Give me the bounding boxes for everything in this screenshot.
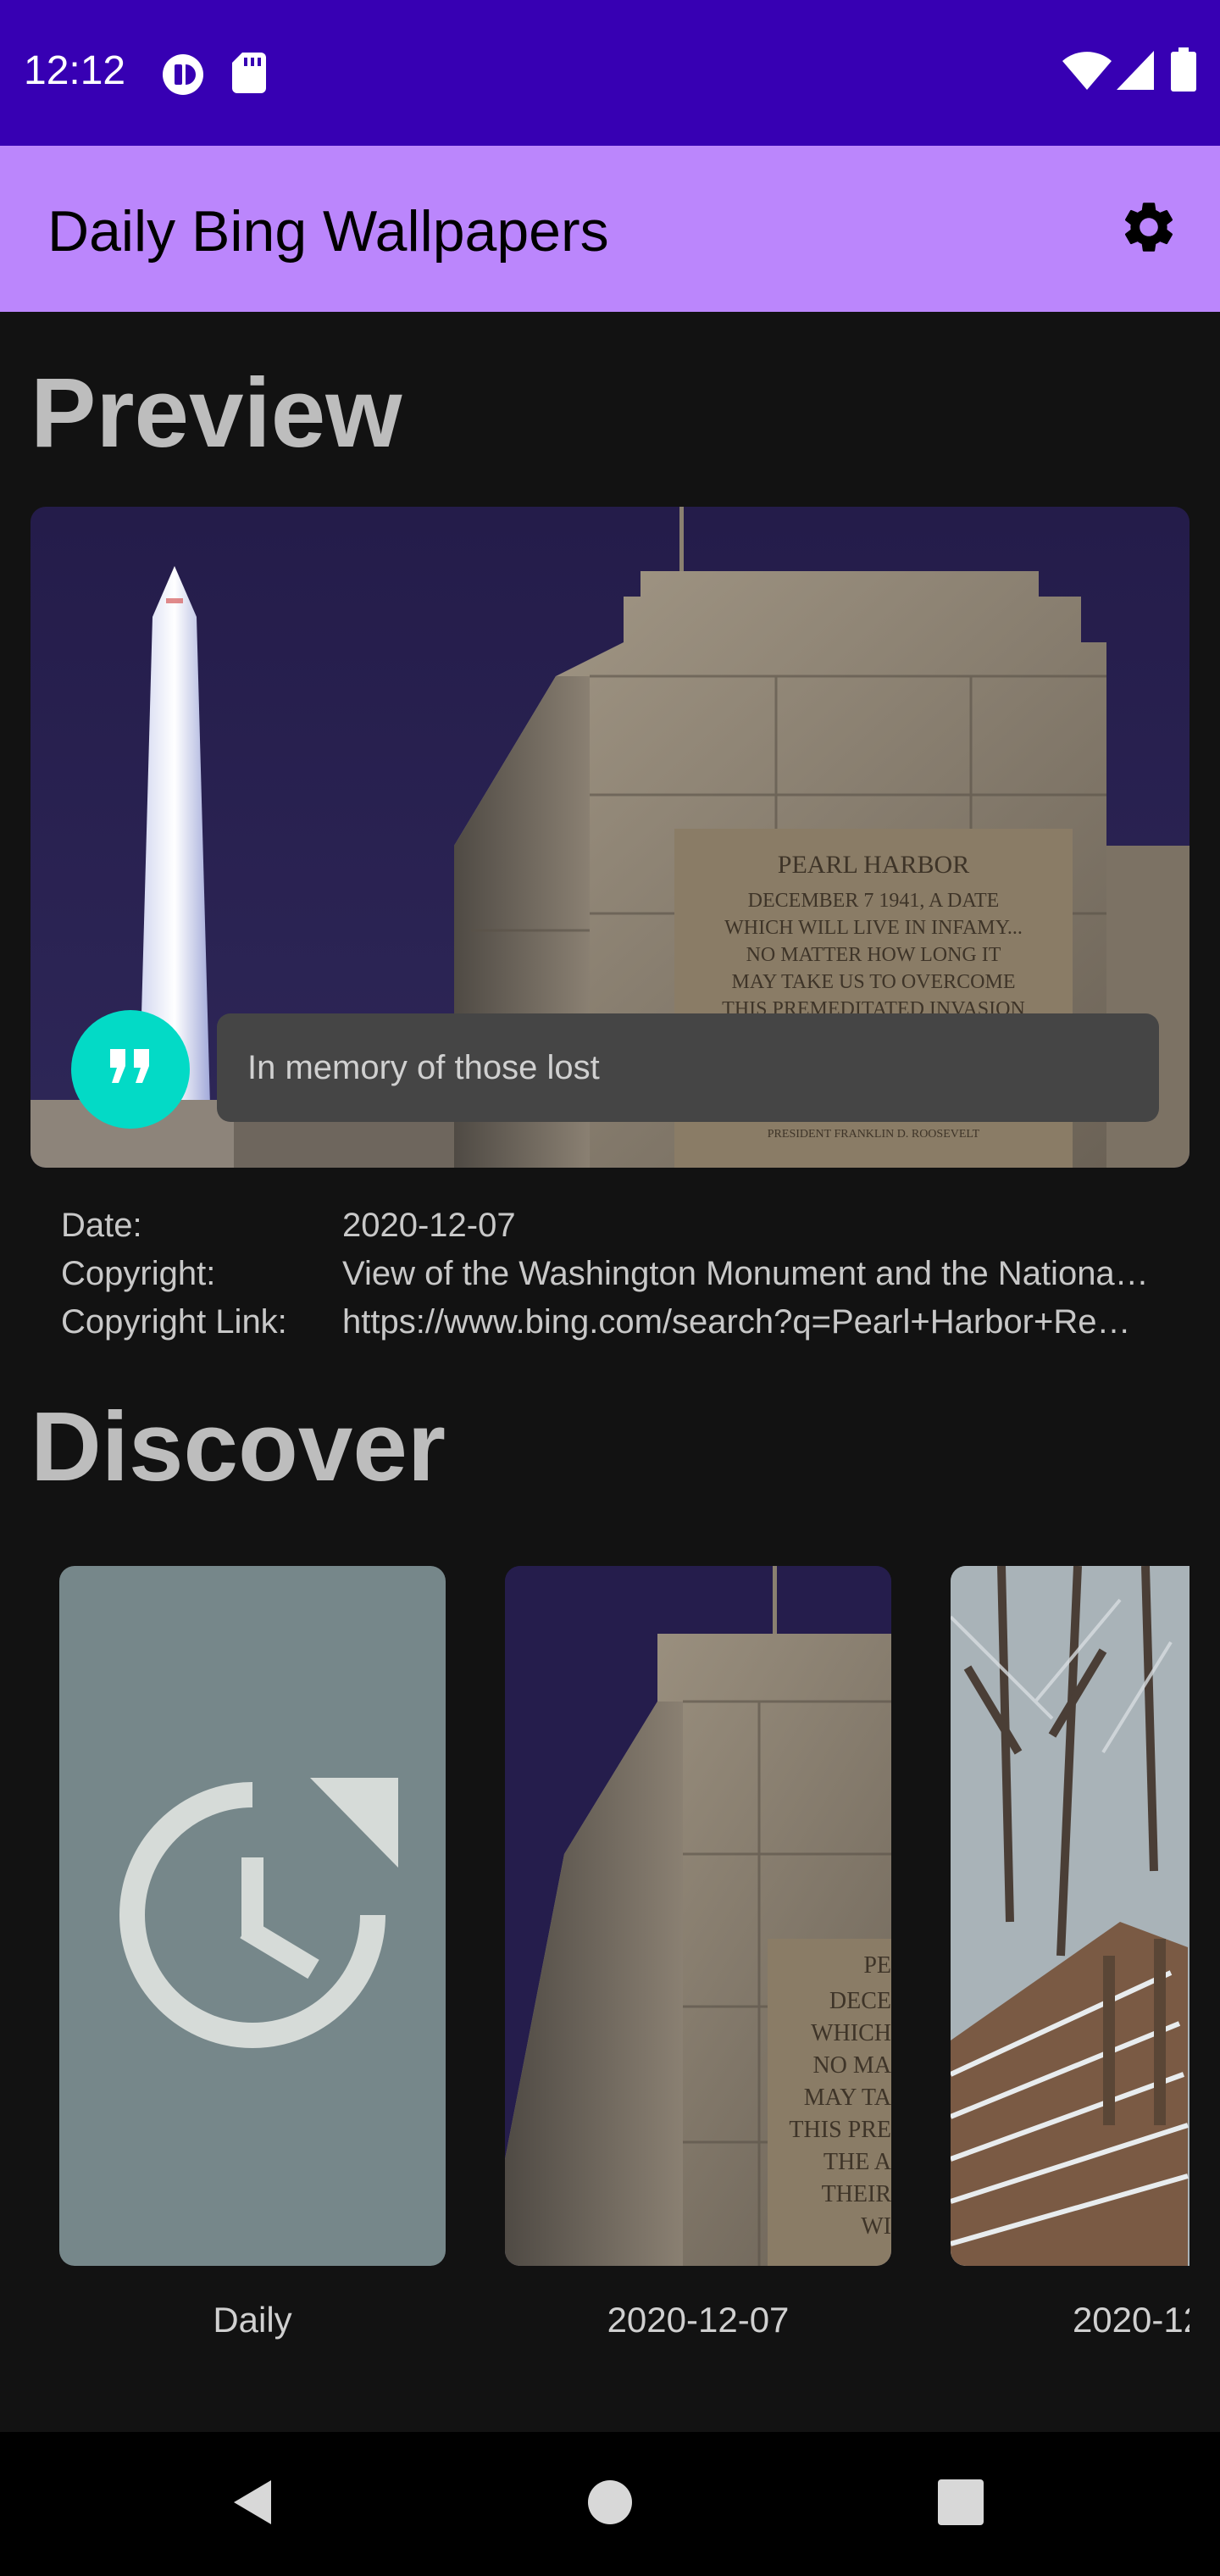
info-row-date: Date: 2020-12-07 xyxy=(61,1202,1162,1250)
svg-text:MAY TA: MAY TA xyxy=(804,2085,891,2111)
info-label: Copyright: xyxy=(61,1255,216,1292)
info-row-copyright: Copyright: View of the Washington Monume… xyxy=(61,1250,1162,1298)
home-button[interactable] xyxy=(576,2470,644,2538)
back-button[interactable] xyxy=(220,2470,288,2538)
svg-text:WI: WI xyxy=(861,2213,891,2240)
info-label: Copyright Link: xyxy=(61,1303,287,1341)
memorial-thumbnail: PE DECE WHICH NO MA MAY TA THIS PRE THE … xyxy=(505,1566,891,2266)
discover-card-daily[interactable] xyxy=(59,1566,446,2266)
image-info: Date: 2020-12-07 Copyright: View of the … xyxy=(61,1202,1162,1346)
preview-section-title: Preview xyxy=(30,358,402,468)
svg-text:PE: PE xyxy=(863,1952,891,1979)
discover-section-title: Discover xyxy=(30,1391,446,1502)
discover-card-image[interactable]: PE DECE WHICH NO MA MAY TA THIS PRE THE … xyxy=(505,1566,891,2266)
home-icon xyxy=(586,2479,634,2530)
wifi-icon xyxy=(1062,51,1112,94)
caption-text: In memory of those lost xyxy=(247,1048,600,1086)
discover-label: Daily xyxy=(213,2300,292,2340)
discover-list[interactable]: Daily PE DECE WHICH NO MA MAY TA THIS PR… xyxy=(30,1566,1190,2362)
system-nav-bar xyxy=(0,2432,1220,2576)
status-time: 12:12 xyxy=(24,48,126,93)
svg-text:NO MA: NO MA xyxy=(812,2052,891,2079)
recents-button[interactable] xyxy=(927,2470,995,2538)
scheduled-update-icon xyxy=(107,1769,398,2065)
quote-icon xyxy=(107,1048,154,1091)
copyright-link[interactable]: https://www.bing.com/search?q=Pearl+Harb… xyxy=(342,1303,1156,1341)
svg-text:DECE: DECE xyxy=(829,1988,891,2014)
app-title: Daily Bing Wallpapers xyxy=(47,199,609,264)
recents-icon xyxy=(938,2479,984,2529)
info-value: 2020-12-07 xyxy=(342,1207,516,1244)
svg-text:PEARL HARBOR: PEARL HARBOR xyxy=(778,851,969,879)
svg-text:THE A: THE A xyxy=(824,2149,891,2175)
info-value: View of the Washington Monument and the … xyxy=(342,1255,1156,1292)
status-bar: 12:12 xyxy=(0,0,1220,146)
preview-image[interactable]: PEARL HARBOR DECEMBER 7 1941, A DATE WHI… xyxy=(30,507,1190,1168)
svg-text:THIS PRE: THIS PRE xyxy=(789,2117,891,2143)
discover-label: 2020-12-07 xyxy=(607,2300,790,2340)
back-icon xyxy=(229,2477,280,2532)
at-glance-icon xyxy=(161,53,205,101)
battery-icon xyxy=(1171,47,1196,96)
discover-card-image[interactable] xyxy=(951,1566,1190,2266)
settings-button[interactable] xyxy=(1112,192,1186,266)
sd-card-icon xyxy=(232,53,266,97)
svg-text:MAY TAKE US TO OVERCOME: MAY TAKE US TO OVERCOME xyxy=(731,971,1015,993)
app-bar: Daily Bing Wallpapers xyxy=(0,146,1220,312)
info-label: Date: xyxy=(61,1207,142,1244)
svg-text:WHICH: WHICH xyxy=(811,2020,891,2046)
signal-icon xyxy=(1117,51,1154,94)
svg-text:WHICH WILL LIVE IN INFAMY...: WHICH WILL LIVE IN INFAMY... xyxy=(724,917,1023,939)
caption-box: In memory of those lost xyxy=(217,1013,1159,1122)
svg-text:PRESIDENT FRANKLIN D. ROOSEVEL: PRESIDENT FRANKLIN D. ROOSEVELT xyxy=(768,1128,980,1141)
snowy-forest-thumbnail xyxy=(951,1566,1190,2266)
gear-icon xyxy=(1118,197,1179,262)
svg-text:THEIR: THEIR xyxy=(822,2181,891,2207)
quote-button[interactable] xyxy=(71,1010,190,1129)
discover-label: 2020-12- xyxy=(1072,2300,1190,2340)
info-row-copyright-link[interactable]: Copyright Link: https://www.bing.com/sea… xyxy=(61,1298,1162,1346)
svg-text:DECEMBER 7 1941, A DATE: DECEMBER 7 1941, A DATE xyxy=(748,890,1000,912)
svg-text:NO MATTER HOW LONG IT: NO MATTER HOW LONG IT xyxy=(746,944,1001,966)
